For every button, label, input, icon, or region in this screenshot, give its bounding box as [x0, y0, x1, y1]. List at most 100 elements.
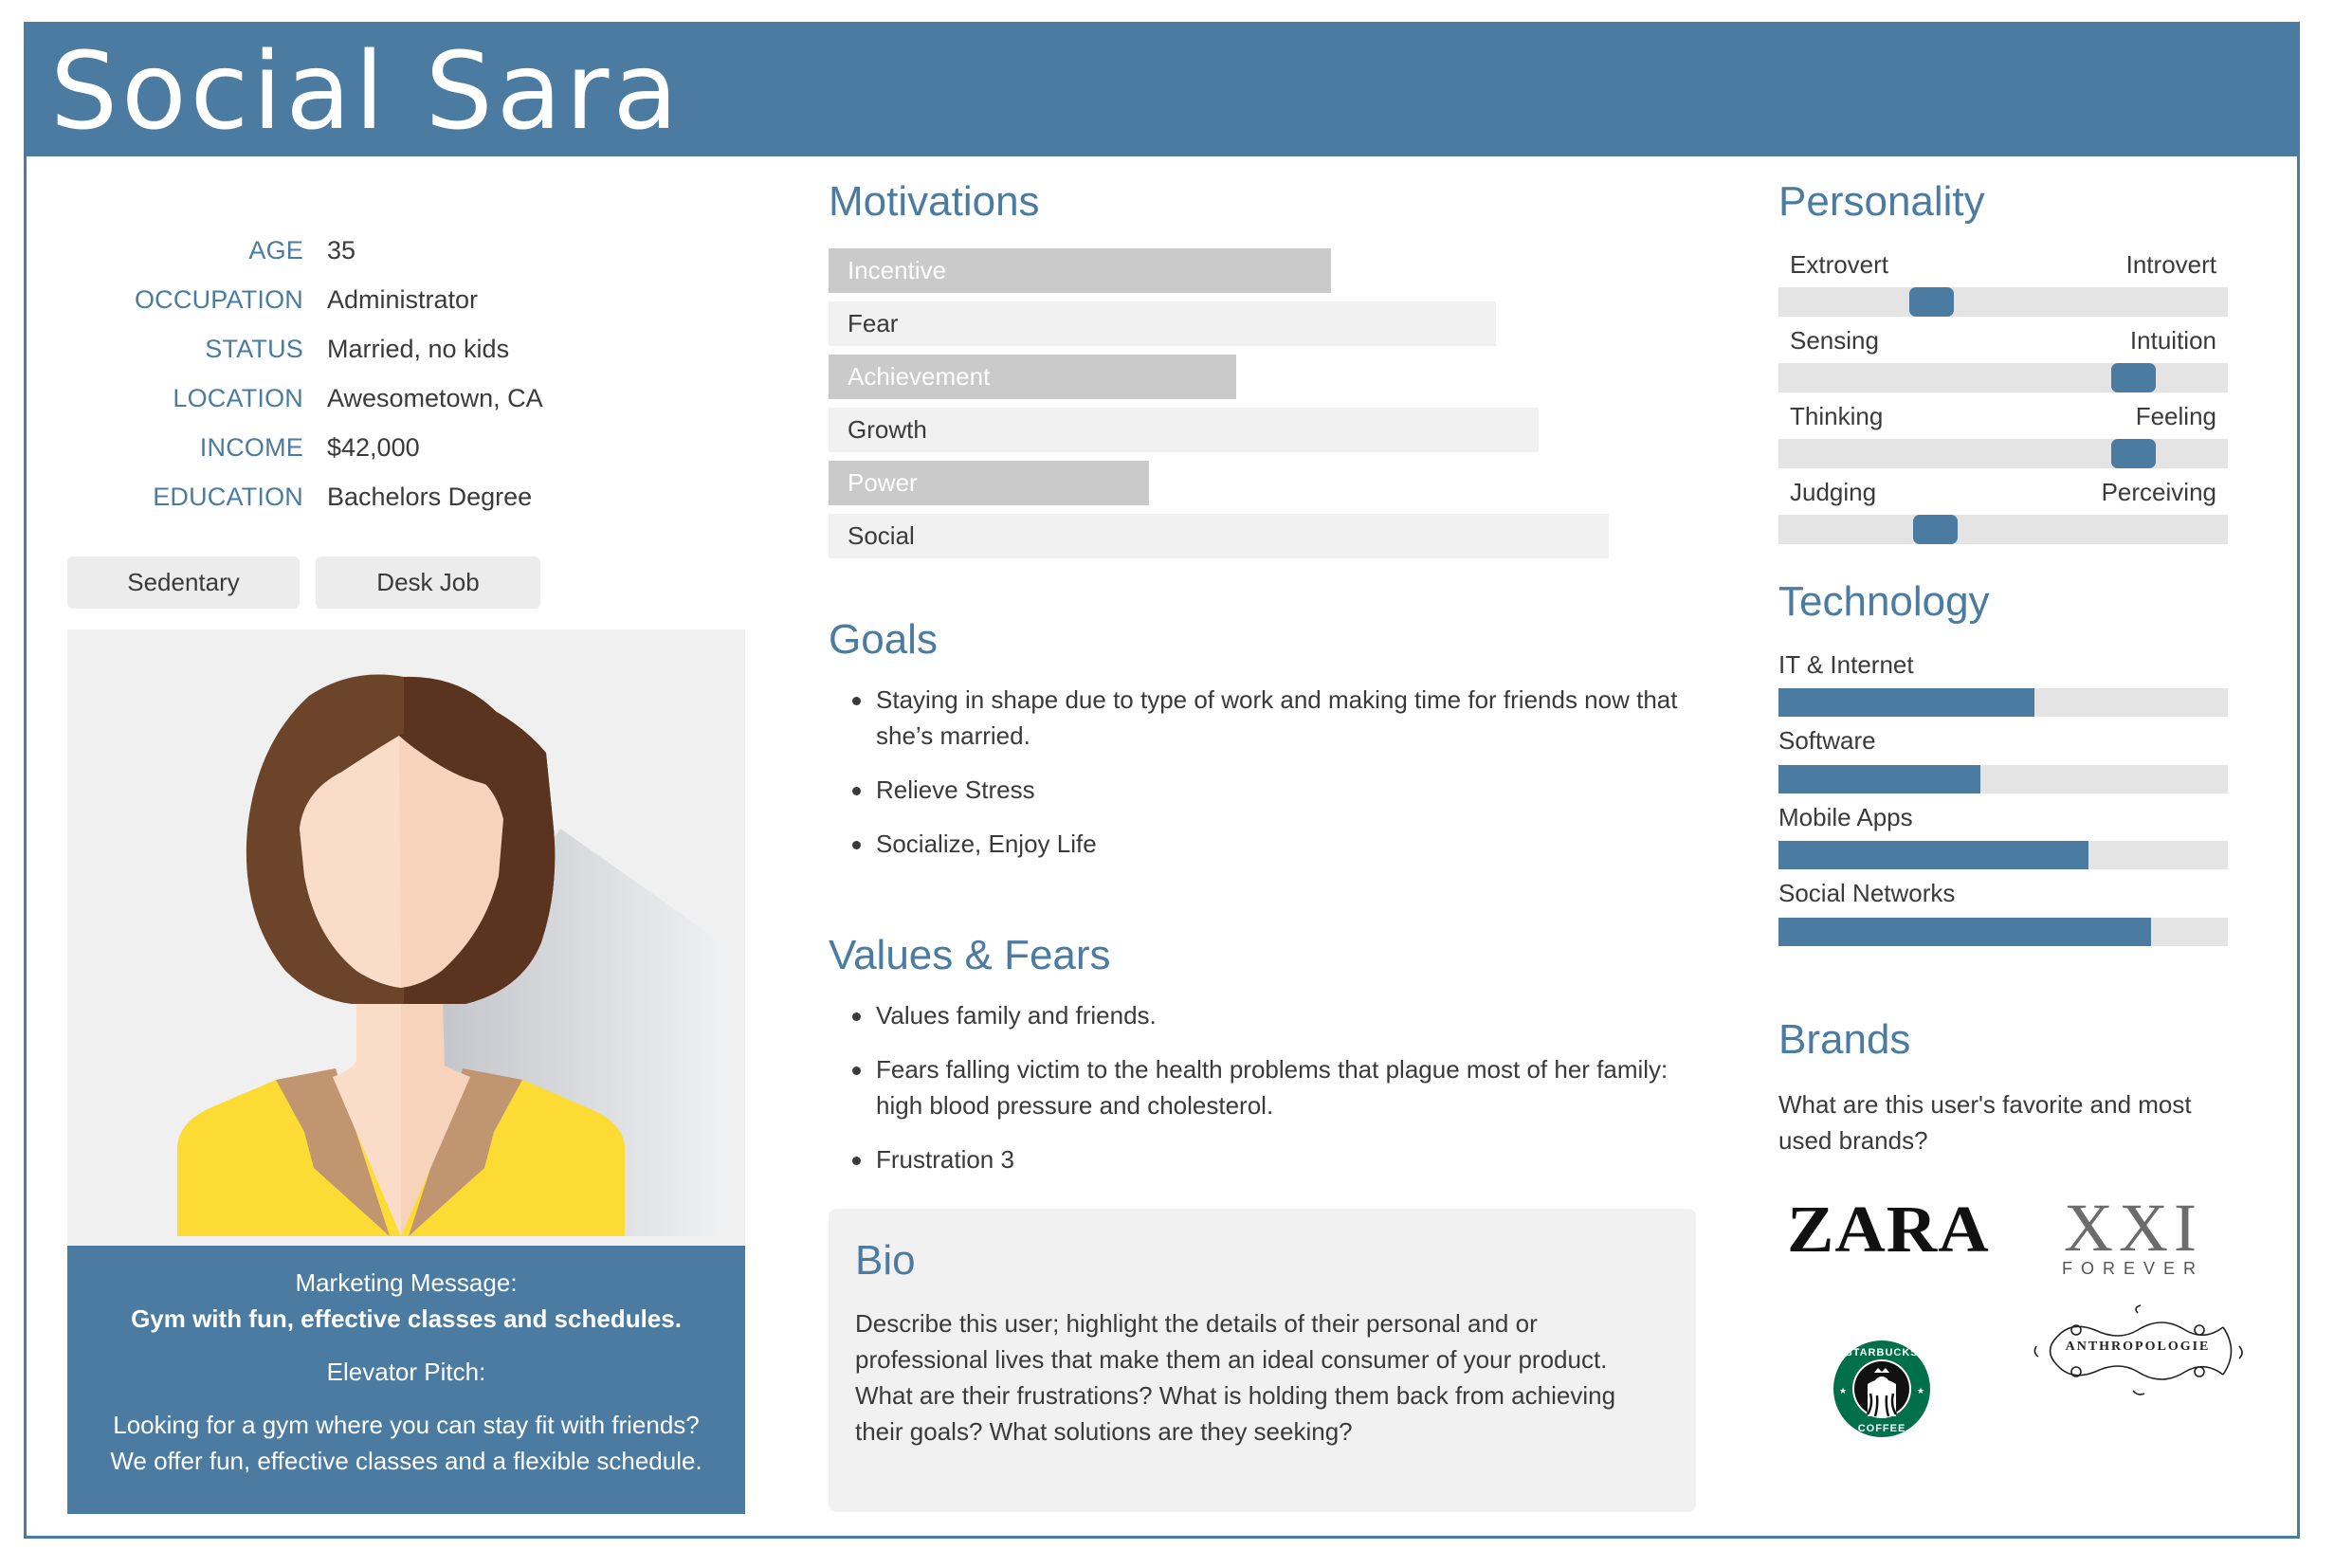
motivations-list: Incentive Fear Achievement Growth Power … — [829, 248, 1695, 567]
profile-tags: Sedentary Desk Job — [67, 556, 540, 609]
slider-handle[interactable] — [1909, 287, 1954, 317]
fact-value: Awesometown, CA — [327, 383, 543, 412]
forever21-logo-mark: XXI — [2064, 1190, 2202, 1266]
zara-logo: ZARA — [1787, 1193, 1990, 1267]
tech-progress-track — [1778, 688, 2228, 717]
scale-left-label: Judging — [1790, 477, 1877, 506]
scale-left-label: Extrovert — [1790, 249, 1889, 279]
goals-list: Staying in shape due to type of work and… — [829, 682, 1695, 880]
bio-text: Describe this user; highlight the detail… — [855, 1309, 1616, 1446]
fact-value: $42,000 — [327, 432, 420, 462]
scale-right-label: Introvert — [2125, 249, 2216, 279]
goals-heading: Goals — [829, 616, 938, 663]
tech-progress-fill — [1778, 841, 2088, 869]
slider-track[interactable] — [1778, 439, 2228, 468]
fact-label: STATUS — [205, 334, 303, 363]
tech-item-software: Software — [1778, 721, 2228, 798]
fact-row-location: LOCATION Awesometown, CA — [67, 374, 750, 423]
personality-scales: Extrovert Introvert Sensing Intuition Th… — [1778, 246, 2228, 549]
tech-progress-track — [1778, 841, 2228, 869]
fact-value: Bachelors Degree — [327, 482, 533, 511]
fact-label: INCOME — [199, 432, 303, 462]
profile-facts: AGE 35 OCCUPATION Administrator STATUS M… — [67, 226, 750, 521]
fact-row-education: EDUCATION Bachelors Degree — [67, 472, 750, 521]
slider-track[interactable] — [1778, 287, 2228, 317]
female-avatar-icon — [177, 674, 721, 1236]
tech-progress-fill — [1778, 917, 2151, 946]
bio-box: Bio Describe this user; highlight the de… — [829, 1209, 1696, 1512]
elevator-pitch-label: Elevator Pitch: — [326, 1358, 486, 1386]
slider-handle[interactable] — [1913, 515, 1958, 544]
personality-scale-sensing-intuition: Sensing Intuition — [1778, 321, 2228, 397]
personality-scale-judging-perceiving: Judging Perceiving — [1778, 473, 2228, 549]
scale-left-label: Thinking — [1790, 401, 1884, 430]
forever21-logo-text: FOREVER — [2061, 1259, 2204, 1278]
tech-label: IT & Internet — [1778, 649, 1914, 679]
fact-label: LOCATION — [173, 383, 303, 412]
value-fear-item: Values family and friends. — [829, 997, 1695, 1033]
fact-row-status: STATUS Married, no kids — [67, 324, 750, 374]
anthropologie-logo: ANTHROPOLOGIE — [2029, 1304, 2247, 1398]
motivation-bar-growth: Growth — [829, 408, 1539, 452]
elevator-pitch-line-2: We offer fun, effective classes and a fl… — [110, 1447, 702, 1475]
personality-scale-extrovert-introvert: Extrovert Introvert — [1778, 246, 2228, 321]
fact-label: EDUCATION — [153, 482, 303, 511]
motivation-bar-incentive: Incentive — [829, 248, 1331, 293]
tech-progress-fill — [1778, 688, 2034, 717]
forever21-logo: XXI FOREVER — [2048, 1190, 2218, 1279]
fact-row-occupation: OCCUPATION Administrator — [67, 275, 750, 324]
slider-handle[interactable] — [2111, 439, 2156, 468]
motivations-heading: Motivations — [829, 178, 1040, 225]
fact-label: AGE — [248, 235, 303, 264]
bio-heading: Bio — [855, 1237, 916, 1284]
scale-right-label: Feeling — [2135, 401, 2216, 430]
tech-label: Social Networks — [1778, 879, 1956, 907]
tag-sedentary: Sedentary — [67, 556, 300, 609]
fact-value: Married, no kids — [327, 334, 510, 363]
personality-heading: Personality — [1778, 178, 1985, 225]
motivation-bar-fear: Fear — [829, 301, 1496, 346]
svg-text:★: ★ — [1839, 1386, 1847, 1395]
tag-desk-job: Desk Job — [316, 556, 540, 609]
slider-handle[interactable] — [2111, 363, 2156, 392]
fact-value: Administrator — [327, 284, 479, 314]
goal-item: Staying in shape due to type of work and… — [829, 682, 1695, 754]
scale-right-label: Perceiving — [2101, 477, 2216, 506]
values-fears-list: Values family and friends. Fears falling… — [829, 997, 1695, 1195]
starbucks-siren-icon: STARBUCKS COFFEE ★ ★ — [1832, 1339, 1932, 1439]
tech-item-it-internet: IT & Internet — [1778, 645, 2228, 721]
brands-heading: Brands — [1778, 1016, 1911, 1063]
persona-header: Social Sara — [24, 22, 2300, 156]
technology-list: IT & Internet Software Mobile Apps Socia… — [1778, 645, 2228, 950]
fact-value: 35 — [327, 235, 356, 264]
svg-text:COFFEE: COFFEE — [1858, 1423, 1906, 1434]
svg-text:STARBUCKS: STARBUCKS — [1845, 1347, 1918, 1358]
personality-scale-thinking-feeling: Thinking Feeling — [1778, 397, 2228, 473]
tech-progress-track — [1778, 917, 2228, 946]
fact-label: OCCUPATION — [134, 284, 303, 314]
motivation-bar-achievement: Achievement — [829, 355, 1236, 399]
scale-right-label: Intuition — [2129, 325, 2216, 355]
tech-progress-track — [1778, 764, 2228, 793]
slider-track[interactable] — [1778, 363, 2228, 392]
brands-question: What are this user's favorite and most u… — [1778, 1090, 2192, 1155]
elevator-pitch-line-1: Looking for a gym where you can stay fit… — [113, 1411, 700, 1439]
scale-left-label: Sensing — [1790, 325, 1879, 355]
values-fears-heading: Values & Fears — [829, 932, 1111, 978]
motivation-bar-social: Social — [829, 514, 1609, 558]
tech-label: Software — [1778, 726, 1876, 755]
goal-item: Socialize, Enjoy Life — [829, 826, 1695, 862]
technology-heading: Technology — [1778, 578, 1990, 625]
persona-name: Social Sara — [50, 30, 683, 154]
value-fear-item: Fears falling victim to the health probl… — [829, 1051, 1695, 1123]
svg-text:★: ★ — [1917, 1386, 1924, 1395]
tech-item-social-networks: Social Networks — [1778, 874, 2228, 951]
tech-progress-fill — [1778, 764, 1980, 793]
tech-item-mobile-apps: Mobile Apps — [1778, 797, 2228, 874]
slider-track[interactable] — [1778, 515, 2228, 544]
value-fear-item: Frustration 3 — [829, 1141, 1695, 1177]
tech-label: Mobile Apps — [1778, 802, 1913, 831]
starbucks-logo: STARBUCKS COFFEE ★ ★ — [1830, 1337, 1934, 1441]
marketing-message-label: Marketing Message: — [295, 1268, 518, 1297]
avatar — [67, 629, 745, 1248]
